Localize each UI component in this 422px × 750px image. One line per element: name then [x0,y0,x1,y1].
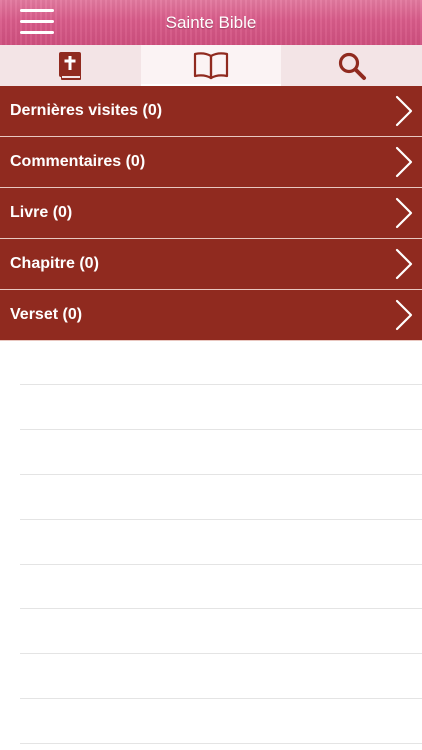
list-item-label: Livre (0) [10,204,73,221]
list-item-label: Verset (0) [10,306,83,323]
tab-search[interactable] [281,45,422,86]
chevron-right-icon [394,197,414,229]
chevron-right-icon [394,299,414,331]
open-book-icon [193,51,229,81]
list-item-label: Commentaires (0) [10,153,146,170]
search-icon [337,51,367,81]
separator-line [20,429,422,430]
tab-open-book[interactable] [140,45,282,86]
tab-bar [0,45,422,86]
separator-line [20,653,422,654]
header-bar: Sainte Bible [0,0,422,45]
list-item-livre[interactable]: Livre (0) [0,188,422,239]
separator-line [20,384,422,385]
chevron-right-icon [394,248,414,280]
list-item-label: Dernières visites (0) [10,102,163,119]
list-item-chapitre[interactable]: Chapitre (0) [0,239,422,290]
chevron-right-icon [394,146,414,178]
chevron-right-icon [394,95,414,127]
tab-bible[interactable] [0,45,141,86]
list-item-verset[interactable]: Verset (0) [0,290,422,341]
separator-line [20,519,422,520]
separator-line [20,608,422,609]
separator-line [20,743,422,744]
list-item-dernieres-visites[interactable]: Dernières visites (0) [0,86,422,137]
list-item-commentaires[interactable]: Commentaires (0) [0,137,422,188]
history-list: Dernières visites (0) Commentaires (0) L… [0,86,422,341]
separator-line [20,564,422,565]
list-item-label: Chapitre (0) [10,255,99,272]
bible-book-icon [58,51,82,81]
page-title: Sainte Bible [165,13,257,32]
empty-table-area [0,341,422,750]
separator-line [20,698,422,699]
separator-line [20,474,422,475]
